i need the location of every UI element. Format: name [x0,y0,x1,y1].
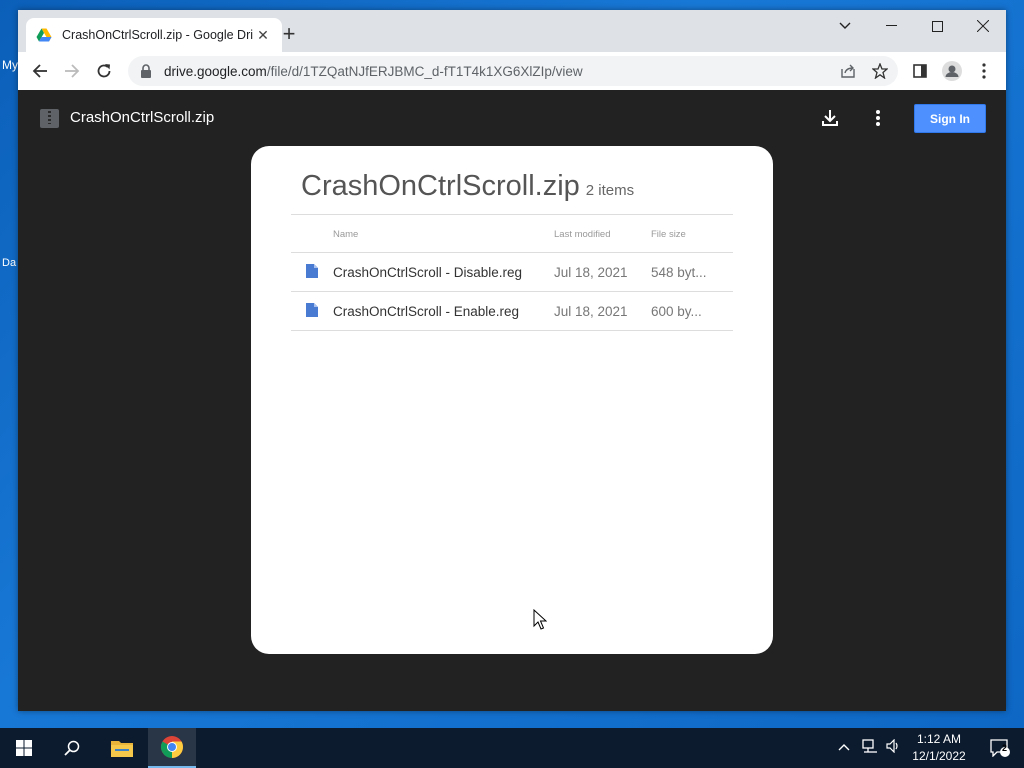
windows-icon [16,740,32,756]
url-host: drive.google.com [164,63,267,79]
file-name: CrashOnCtrlScroll - Disable.reg [333,265,523,280]
more-vert-icon [876,110,880,126]
viewer-file-name: CrashOnCtrlScroll.zip [70,109,215,126]
zip-contents-card: CrashOnCtrlScroll.zip 2 items Name Last m… [251,146,773,654]
zip-file-icon [40,109,59,128]
forward-button[interactable] [56,55,88,87]
network-icon[interactable] [862,739,878,756]
column-header-size: File size [651,229,686,240]
browser-window: CrashOnCtrlScroll.zip - Google Dri ✕ + d… [18,10,1006,711]
column-header-modified: Last modified [554,229,611,240]
file-explorer-button[interactable] [98,728,146,768]
show-hidden-icons-icon[interactable] [838,739,850,754]
desktop-icon-label[interactable]: My [2,58,18,72]
tab-title: CrashOnCtrlScroll.zip - Google Dri [62,28,254,42]
bookmark-star-icon[interactable] [864,55,896,87]
document-icon [306,303,318,320]
browser-menu-icon[interactable] [968,55,1000,87]
google-drive-icon [36,28,52,42]
side-panel-icon[interactable] [904,55,936,87]
new-tab-button[interactable]: + [277,23,301,47]
drive-viewer: CrashOnCtrlScroll.zip Sign In CrashOnCtr… [18,90,1006,711]
close-tab-icon[interactable]: ✕ [254,27,272,44]
download-icon [822,110,838,126]
mouse-cursor-icon [533,609,547,630]
desktop-icon-label[interactable]: Da [2,257,16,269]
document-icon [306,264,318,281]
download-button[interactable] [816,104,844,132]
close-window-button[interactable] [960,10,1006,42]
file-size: 548 byt... [651,265,707,280]
profile-avatar[interactable] [936,55,968,87]
url-path: /file/d/1TZQatNJfERJBMC_d-fT1T4k1XG6XlZI… [266,63,583,79]
file-size: 600 by... [651,304,702,319]
chrome-icon [161,736,183,758]
volume-icon[interactable] [886,738,900,756]
table-row[interactable]: CrashOnCtrlScroll - Disable.reg Jul 18, … [291,253,733,292]
tab-strip: CrashOnCtrlScroll.zip - Google Dri ✕ + [18,10,1006,52]
clock-date: 12/1/2022 [912,749,966,763]
browser-tab[interactable]: CrashOnCtrlScroll.zip - Google Dri ✕ [26,18,282,52]
folder-icon [111,741,133,757]
archive-name: CrashOnCtrlScroll.zip [301,170,580,202]
reload-button[interactable] [88,55,120,87]
file-table: Name Last modified File size CrashOnCtrl… [291,214,733,331]
browser-toolbar: drive.google.com/file/d/1TZQatNJfERJBMC_… [18,52,1006,90]
maximize-button[interactable] [914,10,960,42]
chrome-taskbar-button[interactable] [148,728,196,768]
url-text[interactable]: drive.google.com/file/d/1TZQatNJfERJBMC_… [164,64,898,79]
search-button[interactable] [48,728,96,768]
item-count: 2 items [585,182,635,199]
action-center-button[interactable]: 2 [976,728,1024,768]
column-header-name: Name [333,229,359,240]
more-actions-button[interactable] [864,104,892,132]
taskbar-clock[interactable]: 1:12 AM 12/1/2022 [906,731,972,765]
address-bar[interactable]: drive.google.com/file/d/1TZQatNJfERJBMC_… [128,56,898,86]
clock-time: 1:12 AM [916,732,962,746]
back-button[interactable] [24,55,56,87]
table-header: Name Last modified File size [291,214,733,253]
file-modified: Jul 18, 2021 [554,265,628,280]
archive-title: CrashOnCtrlScroll.zip 2 items [301,170,634,203]
start-button[interactable] [0,728,48,768]
notification-count: 2 [1002,743,1008,753]
sign-in-button[interactable]: Sign In [914,104,986,133]
share-icon[interactable] [832,55,864,87]
tab-search-icon[interactable] [822,10,868,42]
lock-icon[interactable] [140,64,152,78]
file-name: CrashOnCtrlScroll - Enable.reg [333,304,520,319]
search-icon [64,740,80,756]
table-row[interactable]: CrashOnCtrlScroll - Enable.reg Jul 18, 2… [291,292,733,331]
file-modified: Jul 18, 2021 [554,304,628,319]
taskbar: 1:12 AM 12/1/2022 2 [0,728,1024,768]
minimize-button[interactable] [868,10,914,42]
viewer-header: CrashOnCtrlScroll.zip Sign In [18,90,1006,146]
